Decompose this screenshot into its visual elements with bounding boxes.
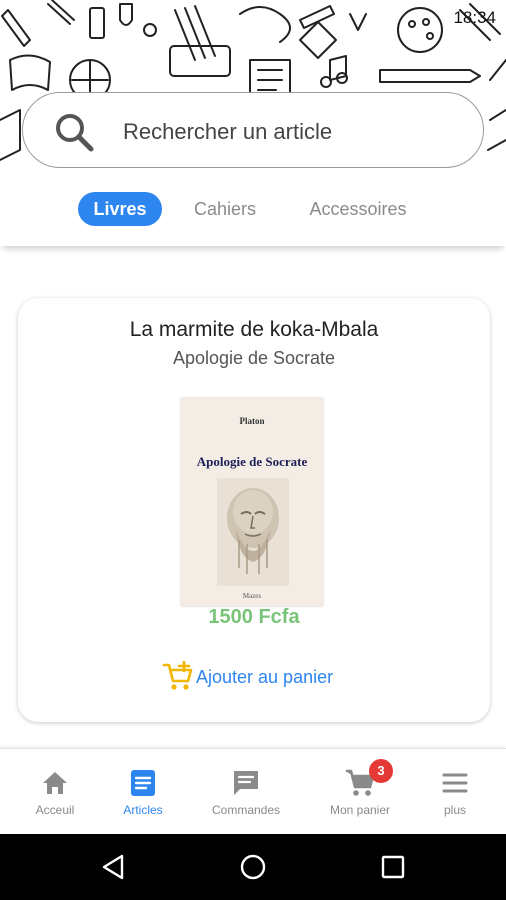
articles-icon: [131, 770, 155, 796]
nav-acceuil[interactable]: Acceuil: [10, 767, 100, 817]
tab-livres[interactable]: Livres: [78, 192, 162, 226]
tab-cahiers[interactable]: Cahiers: [184, 192, 266, 226]
product-subtitle: Apologie de Socrate: [172, 348, 336, 368]
nav-label-plus: plus: [443, 803, 466, 817]
chat-icon: [234, 771, 258, 795]
product-card[interactable]: La marmite de koka-Mbala Apologie de Soc…: [18, 298, 490, 722]
book-cover-image[interactable]: Platon Apologie de Socrate Mazes: [181, 398, 323, 606]
status-time: 18:34: [453, 8, 496, 27]
nav-label-commandes: Commandes: [211, 803, 281, 817]
status-bar: 18:34: [0, 0, 506, 36]
search-icon: [56, 114, 94, 152]
nav-label-acceuil: Acceuil: [35, 803, 75, 817]
nav-label-articles: Articles: [123, 803, 163, 817]
system-navigation-bar: [0, 834, 506, 900]
cover-title: Apologie de Socrate: [196, 454, 308, 469]
add-to-cart-button[interactable]: Ajouter au panier: [162, 660, 333, 694]
product-price: 1500 Fcfa: [208, 606, 300, 628]
menu-icon: [442, 773, 468, 793]
home-circle-icon[interactable]: [238, 852, 268, 882]
socrates-bust-image: [217, 478, 289, 586]
recents-icon[interactable]: [378, 852, 408, 882]
tab-accessoires[interactable]: Accessoires: [296, 192, 420, 226]
bottom-navigation: Acceuil Articles Commandes 3 Mon panier …: [0, 748, 506, 834]
product-title: La marmite de koka-Mbala: [129, 318, 379, 341]
add-to-cart-icon: [162, 661, 193, 690]
nav-plus[interactable]: plus: [410, 767, 500, 817]
nav-mon-panier[interactable]: 3 Mon panier: [315, 759, 405, 817]
search-input[interactable]: [123, 117, 453, 147]
nav-label-mon-panier: Mon panier: [329, 803, 391, 817]
cover-publisher: Mazes: [242, 592, 262, 600]
search-bar[interactable]: [22, 92, 484, 168]
add-to-cart-label: Ajouter au panier: [196, 666, 334, 687]
nav-commandes[interactable]: Commandes: [201, 767, 291, 817]
cart-count-badge: 3: [369, 759, 393, 783]
cover-author: Platon: [239, 416, 265, 426]
header-banner: 18:34: [0, 0, 506, 178]
nav-articles[interactable]: Articles: [98, 767, 188, 817]
back-icon[interactable]: [98, 852, 128, 882]
category-tabs: Livres Cahiers Accessoires: [0, 178, 506, 246]
home-icon: [43, 772, 67, 794]
